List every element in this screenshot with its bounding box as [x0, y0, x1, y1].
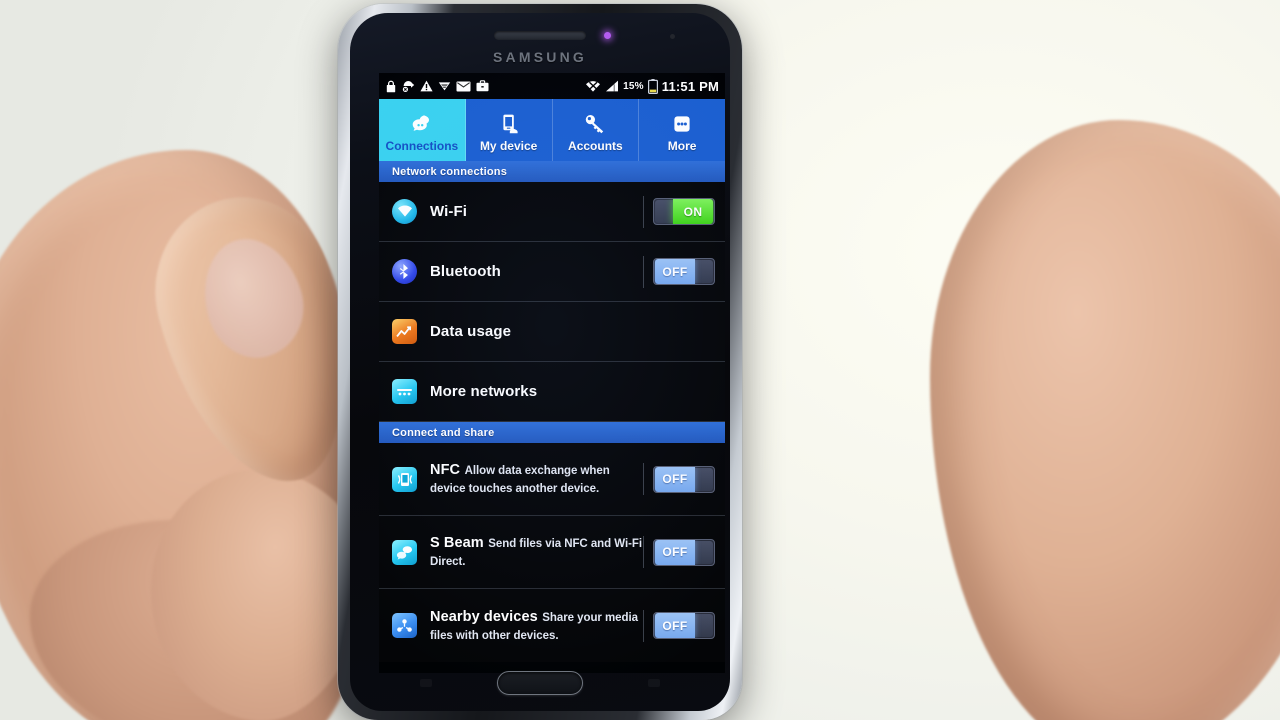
toggle-container: OFF	[643, 609, 715, 642]
email-icon	[456, 81, 471, 92]
toggle-label: OFF	[655, 466, 695, 492]
menu-capacitive-key[interactable]	[420, 679, 432, 687]
battery-low-icon	[647, 78, 658, 94]
phone-screen: 15% 11:51 PM Connections My device Accou…	[379, 73, 725, 673]
sync-error-icon	[402, 80, 415, 93]
left-hand-thumbnail	[189, 226, 317, 370]
wifi-toggle[interactable]: ON	[653, 198, 715, 225]
wifi-ap-icon	[438, 80, 451, 92]
connections-icon	[409, 111, 435, 137]
earpiece-speaker	[494, 31, 586, 40]
more-dots-icon	[669, 111, 695, 137]
list-item-more-networks[interactable]: More networks	[379, 362, 725, 422]
bluetooth-toggle[interactable]: OFF	[653, 258, 715, 285]
more-networks-icon	[392, 379, 417, 404]
list-item-text: NFC Allow data exchange when device touc…	[430, 461, 643, 497]
status-bar-clock: 11:51 PM	[661, 78, 719, 94]
divider	[643, 195, 644, 228]
tab-label: Connections	[385, 139, 459, 153]
brand-logo: SAMSUNG	[493, 49, 587, 65]
proximity-sensor	[670, 34, 675, 39]
briefcase-icon	[476, 80, 489, 92]
list-item-text: S Beam Send files via NFC and Wi-Fi Dire…	[430, 534, 643, 570]
list-item-nearby-devices[interactable]: Nearby devices Share your media files wi…	[379, 589, 725, 662]
list-item-title: NFC	[430, 462, 461, 478]
list-item-title: More networks	[430, 382, 538, 400]
home-button[interactable]	[497, 671, 583, 695]
list-item-nfc[interactable]: NFC Allow data exchange when device touc…	[379, 443, 725, 516]
notification-led	[604, 32, 611, 39]
smartphone-device: SAMSUNG 15% 11:51 PM Connections My devi…	[338, 4, 742, 720]
tab-my-device[interactable]: My device	[466, 99, 553, 161]
bluetooth-icon	[392, 259, 417, 284]
tab-more[interactable]: More	[639, 99, 725, 161]
tab-label: Accounts	[568, 139, 623, 153]
list-item-data-usage[interactable]: Data usage	[379, 302, 725, 362]
list-item-text: More networks	[430, 383, 715, 401]
toggle-container: ON	[643, 195, 715, 228]
battery-percentage: 15%	[623, 80, 644, 92]
divider	[643, 463, 644, 495]
tab-accounts[interactable]: Accounts	[553, 99, 640, 161]
list-item-title: Bluetooth	[430, 262, 501, 280]
divider	[643, 609, 644, 642]
section-header-connect-and-share: Connect and share	[379, 422, 725, 443]
warning-icon	[420, 80, 433, 92]
lock-icon	[385, 80, 397, 93]
divider	[643, 536, 644, 568]
cellular-signal-icon	[605, 80, 619, 92]
list-item-text: Wi-Fi	[430, 203, 643, 221]
photo-scene: SAMSUNG 15% 11:51 PM Connections My devi…	[0, 0, 1280, 720]
toggle-container: OFF	[643, 536, 715, 568]
section-header-network-connections: Network connections	[379, 161, 725, 182]
toggle-container: OFF	[643, 255, 715, 288]
phone-front-panel: SAMSUNG 15% 11:51 PM Connections My devi…	[350, 13, 730, 711]
toggle-knob	[692, 540, 713, 564]
list-item-text: Data usage	[430, 323, 715, 341]
nearby-devices-toggle[interactable]: OFF	[653, 612, 715, 639]
left-hand-lower	[30, 520, 360, 720]
list-item-title: Data usage	[430, 322, 512, 340]
toggle-knob	[692, 467, 713, 491]
list-item-text: Nearby devices Share your media files wi…	[430, 608, 643, 644]
toggle-container: OFF	[643, 463, 715, 495]
s-beam-icon	[392, 539, 417, 565]
list-item-title: Wi-Fi	[430, 202, 468, 220]
nearby-devices-icon	[392, 613, 417, 638]
divider	[643, 255, 644, 288]
my-device-icon	[496, 111, 522, 137]
toggle-label: OFF	[655, 613, 695, 638]
left-hand-palm	[0, 150, 350, 720]
back-capacitive-key[interactable]	[648, 679, 660, 687]
tab-label: My device	[479, 139, 538, 153]
toggle-knob	[692, 614, 713, 637]
settings-tab-bar: Connections My device Accounts More	[379, 99, 725, 161]
list-item-wifi[interactable]: Wi-Fi ON	[379, 182, 725, 242]
toggle-knob	[692, 260, 713, 283]
key-icon	[582, 111, 608, 137]
tab-label: More	[667, 139, 697, 153]
toggle-label: OFF	[655, 259, 695, 284]
wifi-disconnected-icon	[585, 80, 601, 93]
list-item-title: Nearby devices	[430, 608, 538, 625]
right-hand-palm	[930, 120, 1280, 720]
settings-list[interactable]: Network connections Wi-Fi ON Bluetooth O…	[379, 161, 725, 662]
list-item-title: S Beam	[430, 535, 484, 551]
status-bar: 15% 11:51 PM	[379, 73, 725, 99]
list-item-s-beam[interactable]: S Beam Send files via NFC and Wi-Fi Dire…	[379, 516, 725, 589]
wifi-settings-icon	[392, 199, 417, 224]
toggle-label: OFF	[655, 539, 695, 565]
nfc-icon	[392, 466, 417, 492]
data-usage-icon	[392, 319, 417, 344]
toggle-label: ON	[673, 199, 713, 224]
s-beam-toggle[interactable]: OFF	[653, 538, 715, 566]
list-item-bluetooth[interactable]: Bluetooth OFF	[379, 242, 725, 302]
status-bar-right-icons: 15% 11:51 PM	[585, 78, 719, 94]
nfc-toggle[interactable]: OFF	[653, 465, 715, 493]
tab-connections[interactable]: Connections	[379, 99, 466, 161]
status-bar-left-icons	[385, 80, 489, 93]
list-item-text: Bluetooth	[430, 263, 643, 281]
